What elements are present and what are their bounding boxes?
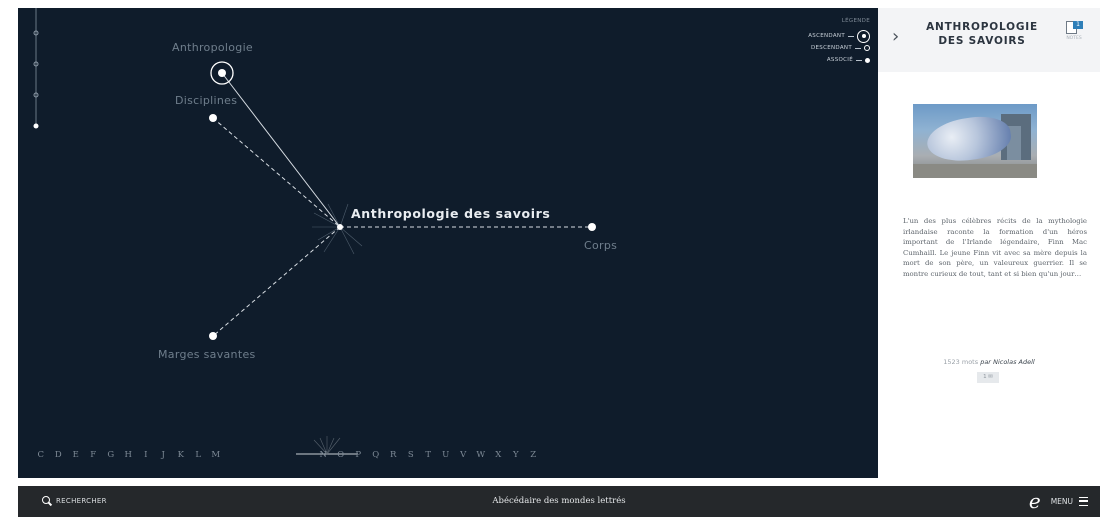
legend-ascendant-label: ASCENDANT — [808, 33, 845, 39]
panel-title-line2: DES SAVOIRS — [938, 35, 1026, 47]
letter-u[interactable]: U — [437, 450, 455, 460]
letter-h[interactable]: H — [120, 450, 138, 460]
letter-q[interactable]: Q — [367, 450, 385, 460]
node-label-anthropologie[interactable]: Anthropologie — [172, 41, 253, 54]
chevron-right-icon[interactable]: › — [892, 26, 899, 47]
app-root: Anthropologie Disciplines Anthropologie … — [0, 0, 1116, 519]
article-image[interactable] — [913, 104, 1037, 178]
letter-f[interactable]: F — [85, 450, 103, 460]
notes-button[interactable]: 1 NOTES — [1063, 21, 1085, 47]
legend-descendant-label: DESCENDANT — [810, 45, 852, 51]
letter-c[interactable]: C — [32, 450, 50, 460]
letter-w[interactable]: W — [472, 450, 490, 460]
node-center[interactable] — [337, 224, 343, 230]
menu-button[interactable]: MENU — [1051, 497, 1073, 506]
legend-row-descendant: DESCENDANT — [808, 42, 870, 54]
legend-target-icon — [857, 29, 870, 43]
legend-associe-label: ASSOCIÉ — [826, 57, 853, 63]
legend-title: LÉGENDE — [841, 18, 870, 24]
article-excerpt: L'un des plus célèbres récits de la myth… — [903, 217, 1087, 278]
letter-m[interactable]: M — [207, 450, 225, 460]
edge-ascendant — [221, 72, 341, 228]
author-link[interactable]: Nicolas Adell — [993, 358, 1035, 366]
notes-label: NOTES — [1066, 36, 1082, 41]
timeline-marker[interactable] — [33, 123, 39, 129]
byline-prefix: par — [980, 358, 991, 366]
letter-d[interactable]: D — [50, 450, 68, 460]
letter-g[interactable]: G — [102, 450, 120, 460]
legend-dash — [856, 59, 862, 61]
word-count: 1523 mots — [943, 358, 979, 366]
panel-title-line1: ANTHROPOLOGIE — [926, 21, 1038, 33]
node-corps[interactable] — [588, 223, 596, 231]
node-label-corps[interactable]: Corps — [584, 239, 617, 252]
node-marges[interactable] — [209, 332, 217, 340]
letter-t[interactable]: T — [420, 450, 438, 460]
comment-count-button[interactable]: 1 ✉ — [977, 372, 999, 383]
article-panel: › ANTHROPOLOGIE DES SAVOIRS 1 NOTES L'un… — [878, 8, 1100, 478]
legend-dash — [848, 35, 854, 37]
notes-count-badge: 1 — [1073, 21, 1083, 29]
legend-ring-icon — [864, 45, 870, 51]
letter-e[interactable]: E — [67, 450, 85, 460]
letter-x[interactable]: X — [490, 450, 508, 460]
edge-marges — [212, 226, 341, 337]
node-label-marges[interactable]: Marges savantes — [158, 348, 256, 361]
node-label-center[interactable]: Anthropologie des savoirs — [351, 206, 550, 221]
alphabet-nav: C D E F G H I J K L M N O P Q R S T U V … — [32, 448, 542, 462]
graph-canvas — [33, 8, 596, 455]
article-meta: 1523 mots par Nicolas Adell — [878, 358, 1100, 366]
legend-row-ascendant: ASCENDANT — [808, 29, 870, 43]
site-logo[interactable]: e — [1029, 491, 1041, 511]
letter-r[interactable]: R — [385, 450, 403, 460]
letter-v[interactable]: V — [455, 450, 473, 460]
edge-discipline — [212, 117, 341, 228]
letter-n[interactable]: N — [315, 450, 333, 460]
excerpt-fade — [898, 283, 1088, 323]
letter-z[interactable]: Z — [525, 450, 543, 460]
site-title[interactable]: Abécédaire des mondes lettrés — [18, 496, 1100, 506]
letter-s[interactable]: S — [402, 450, 420, 460]
legend-dash — [855, 47, 861, 49]
legend-dot-icon — [865, 57, 870, 63]
letter-k[interactable]: K — [172, 450, 190, 460]
letter-o[interactable]: O — [332, 450, 350, 460]
panel-title: ANTHROPOLOGIE DES SAVOIRS — [912, 20, 1052, 48]
node-label-disciplines[interactable]: Disciplines — [175, 94, 237, 107]
legend: LÉGENDE ASCENDANT DESCENDANT ASSOCIÉ — [808, 18, 870, 66]
panel-header: › ANTHROPOLOGIE DES SAVOIRS 1 NOTES — [878, 8, 1100, 72]
letter-j[interactable]: J — [155, 450, 173, 460]
bottom-bar: RECHERCHER Abécédaire des mondes lettrés… — [18, 486, 1100, 517]
hamburger-icon[interactable] — [1079, 496, 1088, 506]
menu-area: e MENU — [1029, 491, 1088, 511]
node-disciplines[interactable] — [209, 114, 217, 122]
node-anthropologie[interactable] — [218, 69, 226, 77]
letter-i[interactable]: I — [137, 450, 155, 460]
letter-y[interactable]: Y — [507, 450, 525, 460]
legend-row-associe: ASSOCIÉ — [808, 54, 870, 66]
letter-l[interactable]: L — [190, 450, 208, 460]
concept-graph[interactable]: Anthropologie Disciplines Anthropologie … — [18, 8, 878, 478]
letter-p[interactable]: P — [350, 450, 368, 460]
